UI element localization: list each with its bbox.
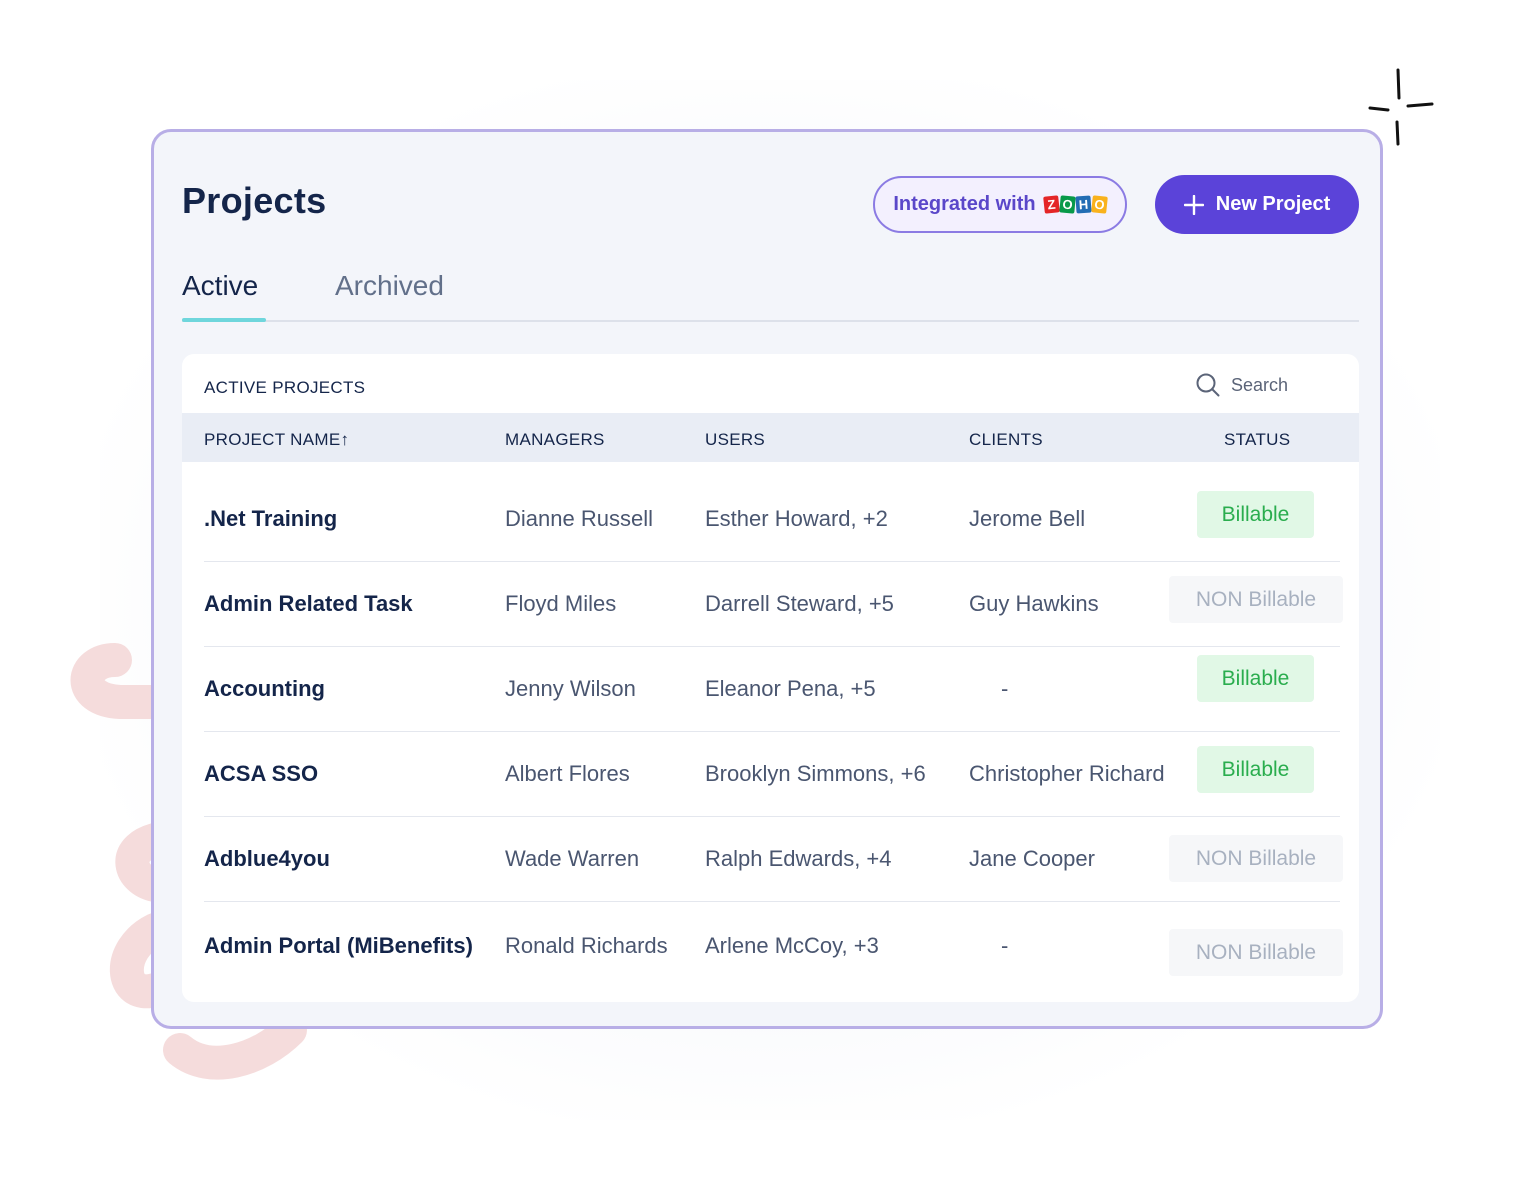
projects-card: Projects Integrated with Z O H O New Pro… — [151, 129, 1383, 1029]
new-project-button[interactable]: New Project — [1155, 175, 1359, 234]
project-name[interactable]: Admin Portal (MiBenefits) — [204, 933, 473, 959]
column-header-managers: MANAGERS — [505, 430, 605, 449]
client-cell: Christopher Richard — [969, 761, 1165, 786]
active-tab-indicator — [182, 318, 266, 322]
zoho-logo: Z O H O — [1042, 195, 1108, 214]
table-header: PROJECT NAME↑ MANAGERS USERS CLIENTS STA… — [182, 413, 1359, 462]
users-cell: Darrell Steward, +5 — [705, 591, 894, 616]
manager-cell: Jenny Wilson — [505, 676, 636, 701]
status-badge: NON Billable — [1169, 835, 1343, 882]
projects-table-panel: ACTIVE PROJECTS Search PROJECT NAME↑ MAN… — [182, 354, 1359, 1002]
status-badge: NON Billable — [1169, 929, 1343, 976]
table-row[interactable]: Admin Related Task Floyd Miles Darrell S… — [204, 561, 1343, 647]
client-cell: - — [1001, 676, 1009, 701]
status-badge: Billable — [1197, 491, 1314, 538]
project-name[interactable]: Adblue4you — [204, 846, 330, 872]
column-header-project-name[interactable]: PROJECT NAME↑ — [204, 430, 349, 450]
table-row[interactable]: ACSA SSO Albert Flores Brooklyn Simmons,… — [204, 731, 1340, 817]
tab-bar: Active Archived — [182, 270, 1359, 322]
status-badge: Billable — [1197, 655, 1314, 702]
table-row[interactable]: .Net Training Dianne Russell Esther Howa… — [204, 476, 1340, 562]
integrated-with-zoho-button[interactable]: Integrated with Z O H O — [873, 176, 1127, 233]
column-header-users: USERS — [705, 430, 766, 449]
manager-cell: Ronald Richards — [505, 933, 668, 958]
manager-cell: Wade Warren — [505, 846, 640, 871]
search-placeholder: Search — [1231, 374, 1289, 395]
column-header-clients: CLIENTS — [969, 430, 1043, 449]
search-input[interactable]: Search — [1195, 372, 1288, 398]
manager-cell: Albert Flores — [505, 761, 630, 786]
column-header-status: STATUS — [1224, 430, 1291, 449]
users-cell: Esther Howard, +2 — [705, 506, 888, 531]
users-cell: Ralph Edwards, +4 — [705, 846, 892, 871]
page-title: Projects — [182, 180, 327, 221]
search-icon — [1196, 373, 1220, 397]
project-name[interactable]: Admin Related Task — [204, 591, 413, 617]
table-row[interactable]: Admin Portal (MiBenefits) Ronald Richard… — [204, 903, 1343, 988]
users-cell: Brooklyn Simmons, +6 — [705, 761, 926, 786]
project-name[interactable]: .Net Training — [204, 506, 337, 532]
project-name[interactable]: Accounting — [204, 676, 325, 702]
new-project-label: New Project — [1215, 193, 1331, 215]
status-badge: Billable — [1197, 746, 1314, 793]
status-badge: NON Billable — [1169, 576, 1343, 623]
project-name[interactable]: ACSA SSO — [204, 761, 318, 787]
table-row[interactable]: Adblue4you Wade Warren Ralph Edwards, +4… — [204, 816, 1343, 902]
client-cell: Guy Hawkins — [969, 591, 1099, 616]
manager-cell: Floyd Miles — [505, 591, 617, 616]
users-cell: Eleanor Pena, +5 — [705, 676, 876, 701]
tab-active[interactable]: Active — [182, 270, 258, 302]
integration-label: Integrated with — [893, 193, 1036, 215]
users-cell: Arlene McCoy, +3 — [705, 933, 879, 958]
client-cell: Jane Cooper — [969, 846, 1095, 871]
table-row[interactable]: Accounting Jenny Wilson Eleanor Pena, +5… — [204, 646, 1340, 732]
tab-archived[interactable]: Archived — [335, 270, 444, 302]
client-cell: Jerome Bell — [969, 506, 1086, 531]
client-cell: - — [1001, 933, 1009, 958]
manager-cell: Dianne Russell — [505, 506, 653, 531]
panel-title: ACTIVE PROJECTS — [204, 378, 366, 397]
plus-icon — [1183, 194, 1204, 215]
